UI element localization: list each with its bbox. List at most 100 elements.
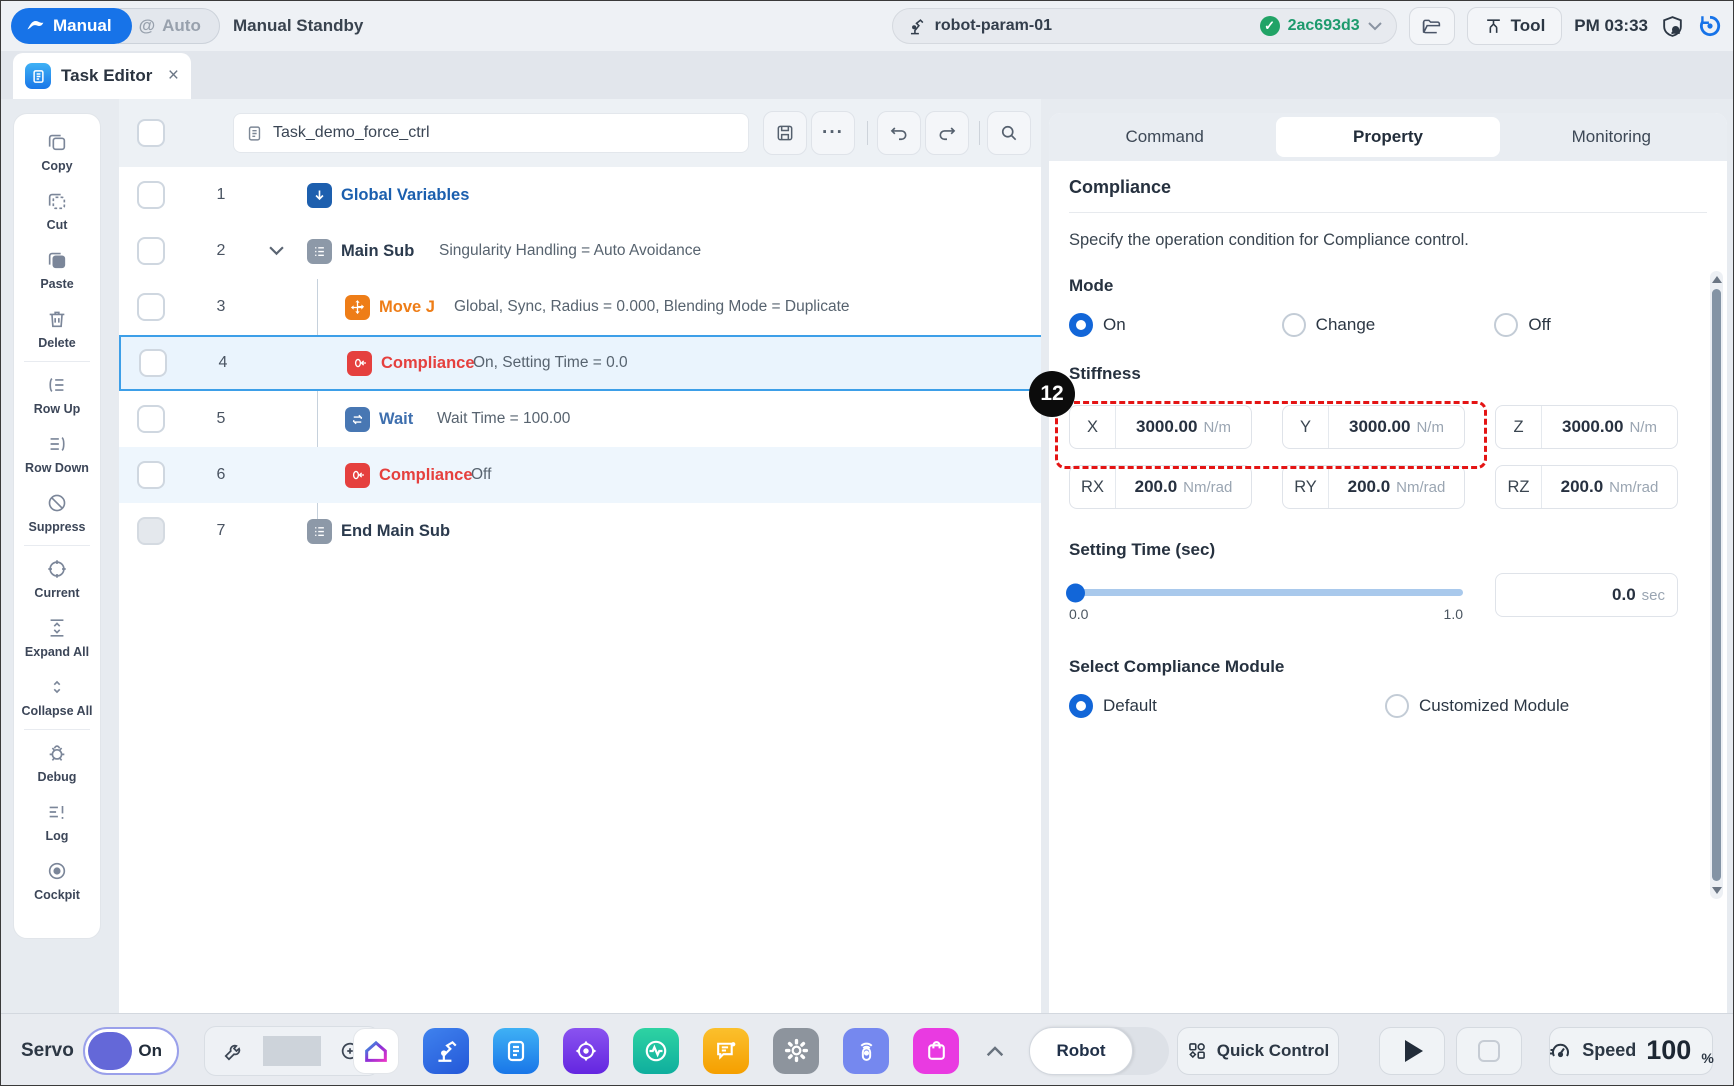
task-row-global-variables[interactable]: 1 Global Variables (119, 167, 1041, 223)
wrench-button[interactable] (205, 1040, 263, 1062)
setting-time-value-field[interactable]: 0.0 sec (1495, 573, 1678, 617)
sidebar-item-paste[interactable]: Paste (14, 240, 100, 299)
speed-control[interactable]: Speed 100 % (1549, 1027, 1713, 1075)
app-store-icon[interactable] (913, 1028, 959, 1074)
stop-icon (1478, 1040, 1500, 1062)
setting-time-label: Setting Time (sec) (1069, 539, 1707, 561)
task-row-compliance-off[interactable]: 6 Compliance Off (119, 447, 1041, 503)
scroll-up-arrow[interactable] (1712, 276, 1722, 283)
radio-dot[interactable] (1069, 694, 1093, 718)
tab-close-icon[interactable]: × (168, 65, 179, 87)
play-button[interactable] (1379, 1027, 1445, 1075)
app-task-editor-icon[interactable] (493, 1028, 539, 1074)
setting-time-slider[interactable] (1069, 589, 1463, 596)
row-checkbox[interactable] (137, 237, 165, 265)
property-scrollbar[interactable] (1710, 271, 1723, 899)
radio-mode-change[interactable]: Change (1282, 313, 1495, 337)
tab-command[interactable]: Command (1053, 117, 1276, 157)
sidebar-item-debug[interactable]: Debug (14, 733, 100, 792)
app-remote-icon[interactable] (843, 1028, 889, 1074)
stiffness-rx-field[interactable]: RX200.0Nm/rad (1069, 465, 1252, 509)
radio-mode-on[interactable]: On (1069, 313, 1282, 337)
task-row-wait[interactable]: 5 Wait Wait Time = 100.00 (119, 391, 1041, 447)
undo-button[interactable] (877, 111, 921, 155)
open-file-button[interactable] (1409, 7, 1455, 45)
task-name-field[interactable]: Task_demo_force_ctrl (233, 113, 749, 153)
quick-control-button[interactable]: Quick Control (1177, 1027, 1339, 1075)
property-panel-tabs: Command Property Monitoring (1049, 113, 1727, 161)
radio-dot[interactable] (1494, 313, 1518, 337)
compliance-icon (347, 351, 372, 376)
app-robot-icon[interactable] (423, 1028, 469, 1074)
task-row-main-sub[interactable]: 2 Main Sub Singularity Handling = Auto A… (119, 223, 1041, 279)
sidebar-item-row-up[interactable]: Row Up (14, 365, 100, 424)
sidebar-item-row-down[interactable]: Row Down (14, 424, 100, 483)
row-checkbox[interactable] (137, 181, 165, 209)
toolbar-divider (867, 121, 868, 145)
sidebar-item-copy[interactable]: Copy (14, 122, 100, 181)
robot-param-name: robot-param-01 (935, 17, 1052, 35)
app-jog-icon[interactable] (563, 1028, 609, 1074)
redo-button[interactable] (925, 111, 969, 155)
save-task-button[interactable] (763, 111, 807, 155)
row-up-icon (46, 374, 68, 396)
row-checkbox[interactable] (137, 293, 165, 321)
annotation-highlight-rect (1055, 401, 1487, 469)
stiffness-rz-field[interactable]: RZ200.0Nm/rad (1495, 465, 1678, 509)
radio-dot[interactable] (1385, 694, 1409, 718)
task-row-compliance-on[interactable]: 4 Compliance On, Setting Time = 0.0 (119, 335, 1041, 391)
stop-button[interactable] (1456, 1027, 1522, 1075)
radio-dot[interactable] (1069, 313, 1093, 337)
collapse-chevron-icon[interactable] (269, 246, 284, 256)
section-description: Specify the operation condition for Comp… (1069, 229, 1707, 251)
task-row-move-j[interactable]: 3 Move J Global, Sync, Radius = 0.000, B… (119, 279, 1041, 335)
row-checkbox[interactable] (139, 349, 167, 377)
dock-collapse-chevron-icon[interactable] (986, 1045, 1004, 1056)
sidebar-item-suppress[interactable]: Suppress (14, 483, 100, 542)
sidebar-item-log[interactable]: Log (14, 792, 100, 851)
speed-label: Speed (1582, 1040, 1636, 1061)
recovery-reset-icon[interactable] (1697, 13, 1723, 39)
stiffness-ry-field[interactable]: RY200.0Nm/rad (1282, 465, 1465, 509)
radio-module-customized[interactable]: Customized Module (1385, 694, 1598, 718)
manual-mode-button[interactable]: Manual (11, 8, 132, 44)
row-checkbox[interactable] (137, 405, 165, 433)
app-message-icon[interactable] (703, 1028, 749, 1074)
slider-thumb[interactable] (1066, 583, 1085, 602)
sidebar-item-cut[interactable]: Cut (14, 181, 100, 240)
robot-space-selector[interactable]: Robot (1029, 1027, 1169, 1075)
servo-toggle[interactable]: On (83, 1027, 179, 1075)
scroll-down-arrow[interactable] (1712, 887, 1722, 894)
tool-icon (1484, 17, 1503, 36)
row-command-label: Compliance (379, 466, 473, 485)
tab-task-editor[interactable]: Task Editor × (13, 53, 191, 99)
app-monitor-icon[interactable] (633, 1028, 679, 1074)
app-settings-icon[interactable] (773, 1028, 819, 1074)
sidebar-item-expand-all[interactable]: Expand All (14, 608, 100, 667)
chevron-down-icon[interactable] (1368, 22, 1382, 31)
tool-button[interactable]: Tool (1467, 7, 1563, 45)
sidebar-item-collapse-all[interactable]: Collapse All (14, 667, 100, 726)
stiffness-z-field[interactable]: Z3000.00N/m (1495, 405, 1678, 449)
radio-dot[interactable] (1282, 313, 1306, 337)
auto-mode-button[interactable]: @ Auto (118, 8, 220, 44)
sidebar-divider (24, 361, 90, 362)
radio-mode-off[interactable]: Off (1494, 313, 1707, 337)
sidebar-item-cockpit[interactable]: Cockpit (14, 851, 100, 910)
scroll-thumb[interactable] (1712, 289, 1721, 881)
tab-monitoring[interactable]: Monitoring (1500, 117, 1723, 157)
radio-module-default[interactable]: Default (1069, 694, 1385, 718)
tab-property[interactable]: Property (1276, 117, 1499, 157)
task-row-end-main-sub[interactable]: 7 End Main Sub (119, 503, 1041, 559)
robot-space-label[interactable]: Robot (1029, 1027, 1133, 1075)
sidebar-item-delete[interactable]: Delete (14, 299, 100, 358)
row-command-label: Compliance (381, 354, 475, 373)
more-options-button[interactable]: ··· (811, 111, 855, 155)
robot-param-selector[interactable]: robot-param-01 ✓ 2ac693d3 (892, 8, 1397, 44)
search-button[interactable] (987, 111, 1031, 155)
safety-shield-icon[interactable] (1660, 14, 1685, 39)
app-home-icon[interactable] (353, 1028, 399, 1074)
row-checkbox[interactable] (137, 461, 165, 489)
sidebar-item-current[interactable]: Current (14, 549, 100, 608)
select-all-checkbox[interactable] (137, 119, 165, 147)
